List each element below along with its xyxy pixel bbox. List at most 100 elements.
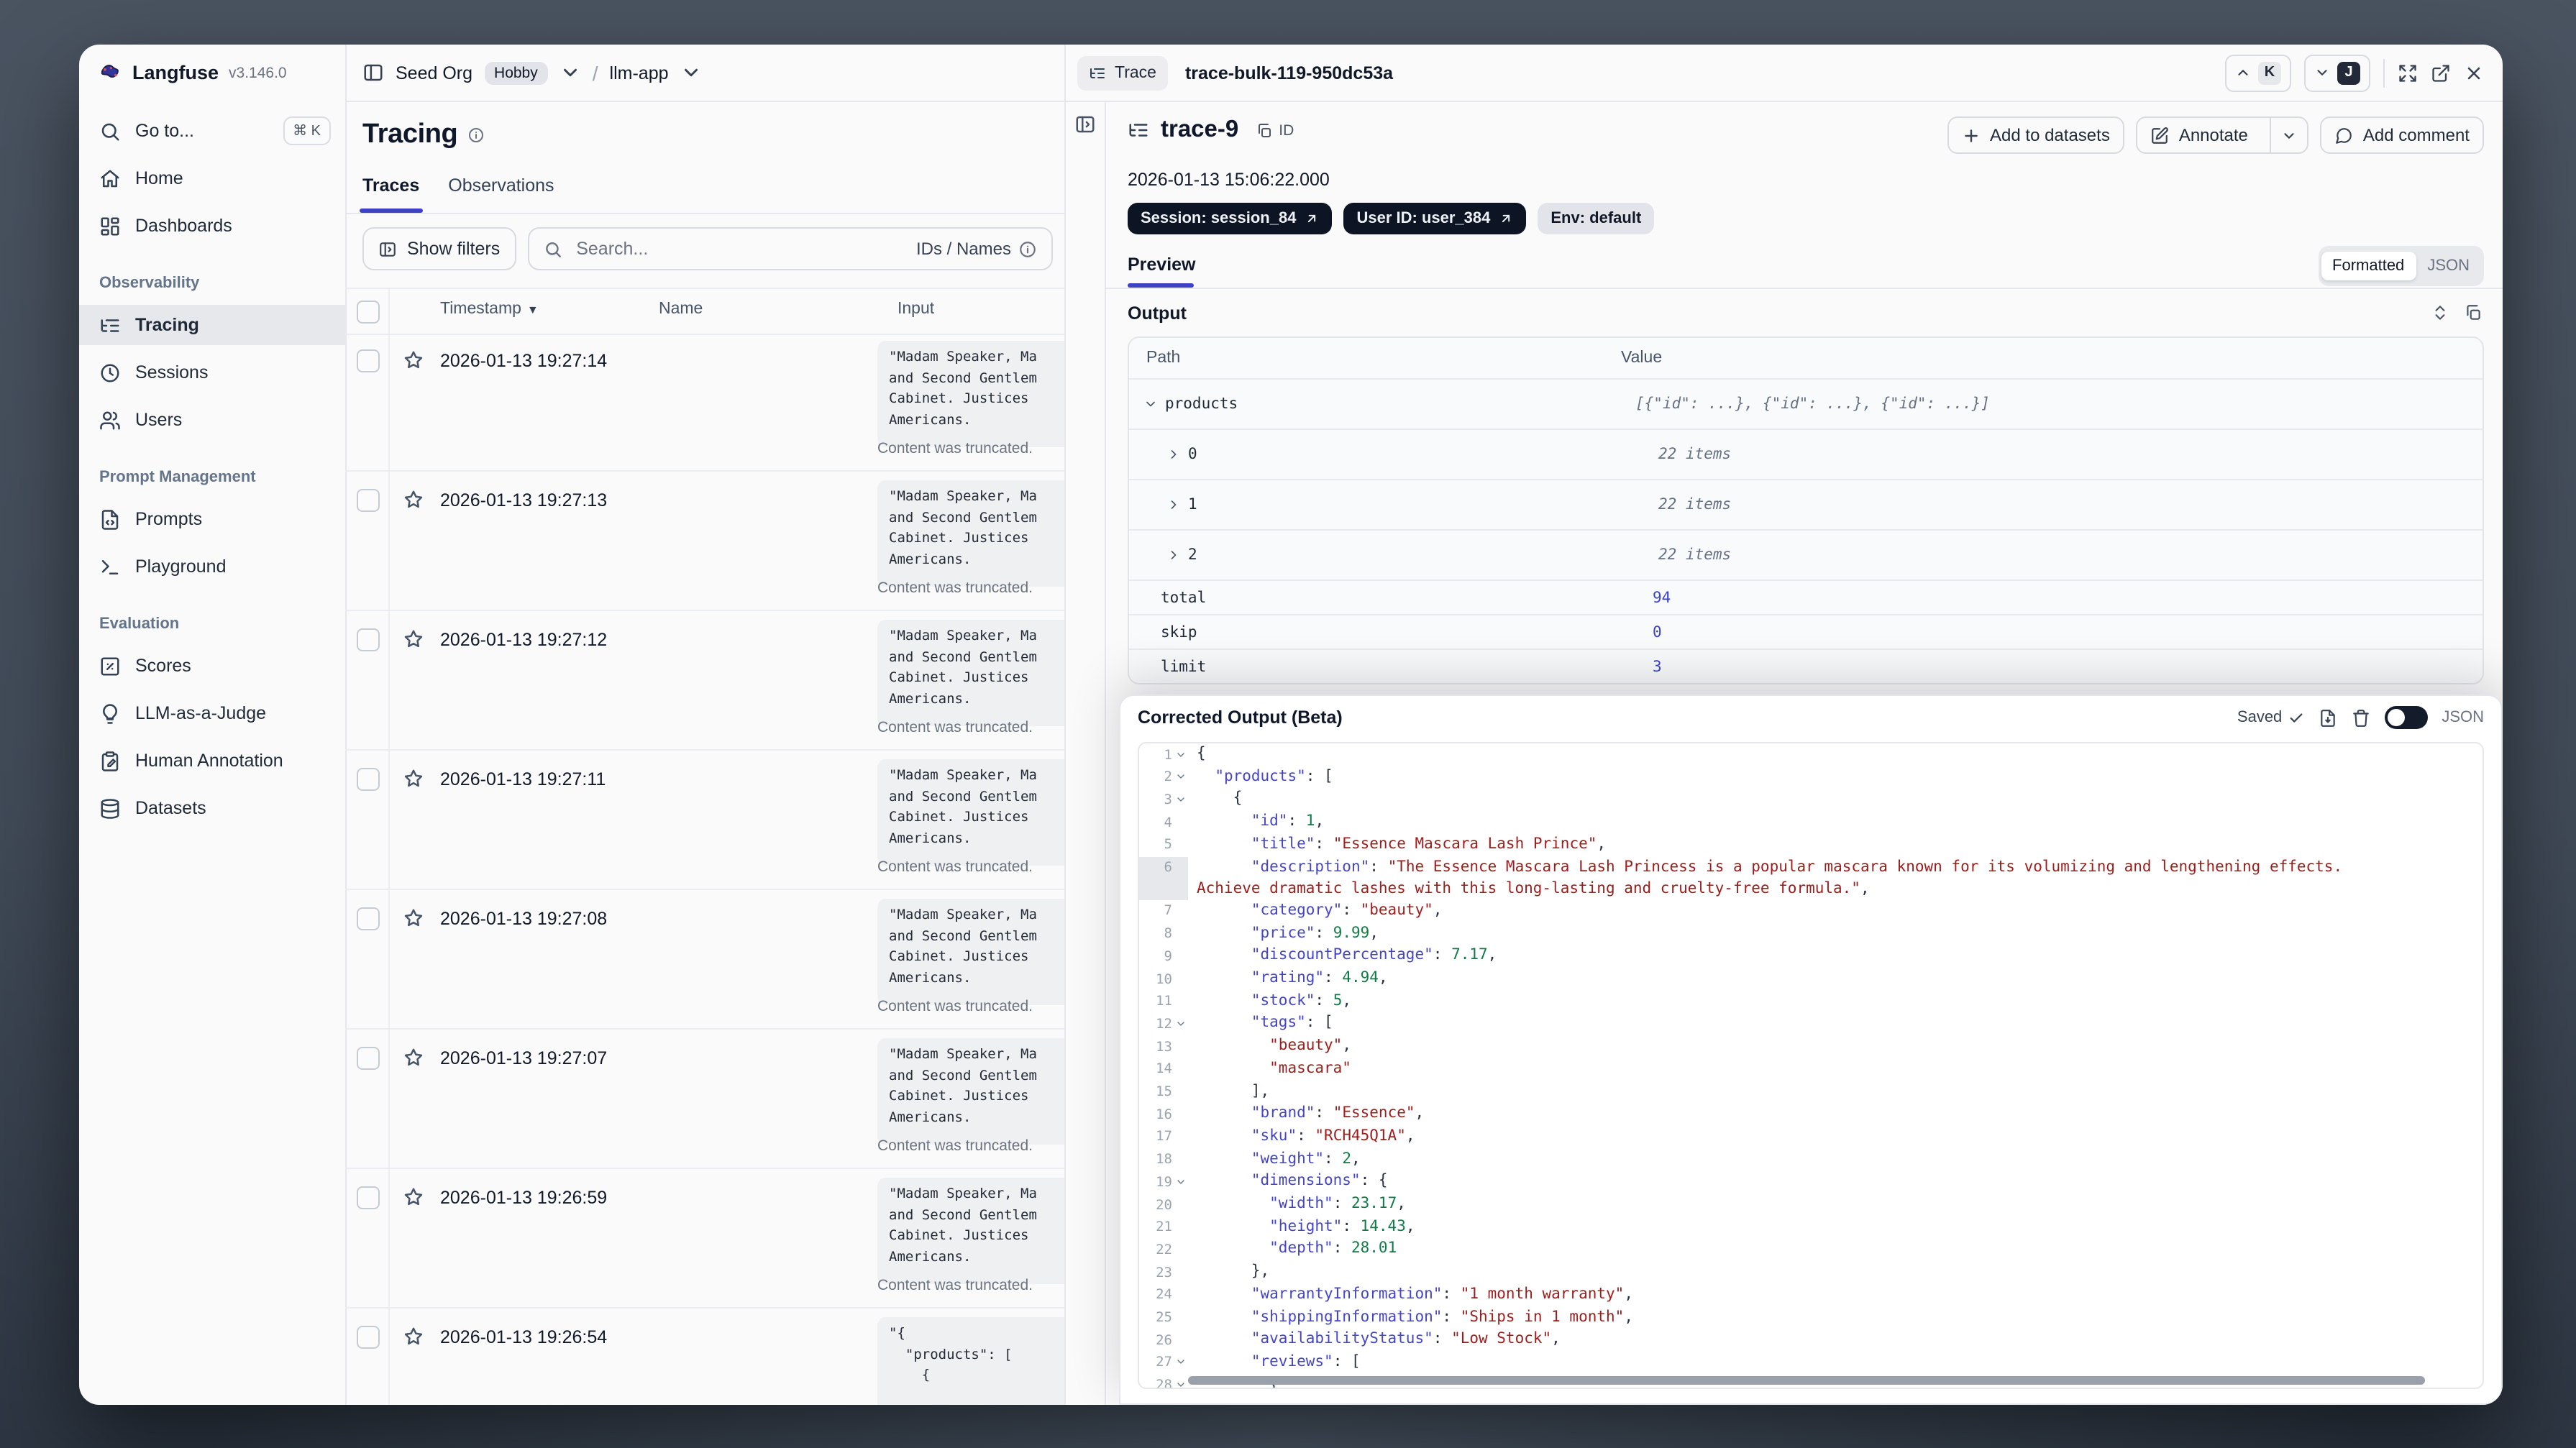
code-line[interactable]: 4 "id": 1, bbox=[1139, 811, 2483, 833]
code-line[interactable]: 2 "products": [ bbox=[1139, 766, 2483, 788]
tab-observations[interactable]: Observations bbox=[448, 175, 554, 213]
org-name[interactable]: Seed Org bbox=[396, 63, 472, 83]
prev-trace-button[interactable]: K bbox=[2225, 54, 2291, 91]
sidebar-item-llm-as-a-judge[interactable]: LLM-as-a-Judge bbox=[79, 693, 345, 733]
annotate-dropdown[interactable] bbox=[2269, 118, 2307, 152]
select-all-checkbox[interactable] bbox=[357, 301, 380, 324]
row-input-preview[interactable]: "{ "products": [ { bbox=[877, 1317, 1064, 1405]
info-icon[interactable] bbox=[467, 127, 485, 144]
fold-chevron-icon[interactable] bbox=[1175, 794, 1187, 805]
code-line[interactable]: 27 "reviews": [ bbox=[1139, 1352, 2483, 1374]
code-line[interactable]: 3 { bbox=[1139, 789, 2483, 811]
search-input[interactable] bbox=[573, 237, 905, 260]
code-line[interactable]: 19 "dimensions": { bbox=[1139, 1171, 2483, 1193]
code-line[interactable]: 18 "weight": 2, bbox=[1139, 1148, 2483, 1170]
code-line[interactable]: 6 "description": "The Essence Mascara La… bbox=[1139, 856, 2483, 900]
row-checkbox[interactable] bbox=[357, 489, 380, 512]
fold-chevron-icon[interactable] bbox=[1175, 1018, 1187, 1030]
column-header-timestamp[interactable]: Timestamp ▼ bbox=[440, 301, 539, 318]
row-input-preview[interactable]: "Madam Speaker, Ma and Second Gentlem Ca… bbox=[877, 620, 1064, 726]
row-input-preview[interactable]: "Madam Speaker, Ma and Second Gentlem Ca… bbox=[877, 759, 1064, 866]
output-row-products[interactable]: products [{"id": ...}, {"id": ...}, {"id"… bbox=[1129, 378, 2483, 429]
code-line[interactable]: 15 ], bbox=[1139, 1081, 2483, 1103]
output-row-0[interactable]: 0 22 items bbox=[1129, 429, 2483, 479]
table-row[interactable]: 2026-01-13 19:27:11 "Madam Speaker, Ma an… bbox=[345, 751, 1064, 890]
table-row[interactable]: 2026-01-13 19:27:13 "Madam Speaker, Ma an… bbox=[345, 472, 1064, 611]
fold-chevron-icon[interactable] bbox=[1175, 748, 1187, 760]
expand-icon[interactable] bbox=[1166, 447, 1181, 462]
search-scope[interactable]: IDs / Names bbox=[916, 239, 1037, 259]
row-input-preview[interactable]: "Madam Speaker, Ma and Second Gentlem Ca… bbox=[877, 480, 1064, 587]
column-header-input[interactable]: Input bbox=[898, 301, 934, 318]
code-line[interactable]: 20 "width": 23.17, bbox=[1139, 1193, 2483, 1216]
sidebar-item-go-to-[interactable]: Go to... ⌘ K bbox=[79, 111, 345, 151]
sidebar-item-users[interactable]: Users bbox=[79, 400, 345, 440]
trash-icon[interactable] bbox=[2351, 708, 2370, 727]
fold-chevron-icon[interactable] bbox=[1175, 1176, 1187, 1188]
code-line[interactable]: 22 "depth": 28.01 bbox=[1139, 1239, 2483, 1261]
close-icon[interactable] bbox=[2464, 63, 2484, 83]
row-input-preview[interactable]: "Madam Speaker, Ma and Second Gentlem Ca… bbox=[877, 341, 1064, 447]
table-row[interactable]: 2026-01-13 19:27:12 "Madam Speaker, Ma an… bbox=[345, 611, 1064, 751]
open-external-icon[interactable] bbox=[2431, 63, 2451, 83]
format-option-json[interactable]: JSON bbox=[2416, 252, 2481, 280]
copy-icon[interactable] bbox=[2464, 303, 2483, 322]
column-header-name[interactable]: Name bbox=[659, 301, 703, 318]
save-file-icon[interactable] bbox=[2318, 708, 2337, 727]
fold-chevron-icon[interactable] bbox=[1175, 771, 1187, 782]
output-row-skip[interactable]: skip 0 bbox=[1129, 614, 2483, 649]
table-row[interactable]: 2026-01-13 19:26:59 "Madam Speaker, Ma an… bbox=[345, 1169, 1064, 1309]
code-line[interactable]: 8 "price": 9.99, bbox=[1139, 922, 2483, 945]
collapse-icon[interactable] bbox=[1143, 397, 1158, 411]
fold-chevron-icon[interactable] bbox=[1175, 1357, 1187, 1368]
sidebar-item-sessions[interactable]: Sessions bbox=[79, 352, 345, 393]
code-line[interactable]: 26 "availabilityStatus": "Low Stock", bbox=[1139, 1329, 2483, 1352]
code-line[interactable]: 1{ bbox=[1139, 743, 2483, 766]
sidebar-item-dashboards[interactable]: Dashboards bbox=[79, 206, 345, 246]
code-line[interactable]: 21 "height": 14.43, bbox=[1139, 1216, 2483, 1239]
project-name[interactable]: llm-app bbox=[610, 63, 669, 83]
format-option-formatted[interactable]: Formatted bbox=[2321, 252, 2416, 280]
tab-preview[interactable]: Preview bbox=[1128, 255, 1196, 275]
sidebar-item-scores[interactable]: Scores bbox=[79, 646, 345, 686]
row-checkbox[interactable] bbox=[357, 1047, 380, 1070]
annotate-button[interactable]: Annotate bbox=[2135, 116, 2308, 154]
code-line[interactable]: 13 "beauty", bbox=[1139, 1035, 2483, 1058]
json-editor[interactable]: 1{2 "products": [3 {4 "id": 1, 5 "title":… bbox=[1138, 742, 2484, 1389]
row-checkbox[interactable] bbox=[357, 768, 380, 791]
code-line[interactable]: 25 "shippingInformation": "Ships in 1 mo… bbox=[1139, 1306, 2483, 1329]
add-comment-button[interactable]: Add comment bbox=[2319, 116, 2484, 154]
table-row[interactable]: 2026-01-13 19:26:54 "{ "products": [ { bbox=[345, 1309, 1064, 1405]
row-input-preview[interactable]: "Madam Speaker, Ma and Second Gentlem Ca… bbox=[877, 1038, 1064, 1145]
search-box[interactable]: IDs / Names bbox=[527, 227, 1053, 270]
code-line[interactable]: 24 "warrantyInformation": "1 month warra… bbox=[1139, 1284, 2483, 1306]
search-scope-info-icon[interactable] bbox=[1018, 239, 1037, 258]
user-badge[interactable]: User ID: user_384 bbox=[1343, 203, 1527, 234]
sidebar-item-home[interactable]: Home bbox=[79, 158, 345, 198]
fold-chevron-icon[interactable] bbox=[1175, 1379, 1187, 1388]
row-checkbox[interactable] bbox=[357, 628, 380, 651]
row-checkbox[interactable] bbox=[357, 907, 380, 930]
expand-icon[interactable] bbox=[1166, 548, 1181, 562]
row-checkbox[interactable] bbox=[357, 349, 380, 372]
output-row-2[interactable]: 2 22 items bbox=[1129, 529, 2483, 579]
app-logo-row[interactable]: Langfuse v3.146.0 bbox=[79, 45, 345, 101]
table-row[interactable]: 2026-01-13 19:27:14 "Madam Speaker, Ma an… bbox=[345, 332, 1064, 472]
expand-icon[interactable] bbox=[2398, 63, 2418, 83]
panel-open-icon[interactable] bbox=[1074, 114, 1096, 135]
code-line[interactable]: 5 "title": "Essence Mascara Lash Prince"… bbox=[1139, 834, 2483, 856]
code-line[interactable]: 9 "discountPercentage": 7.17, bbox=[1139, 945, 2483, 968]
row-checkbox[interactable] bbox=[357, 1326, 380, 1349]
output-row-limit[interactable]: limit 3 bbox=[1129, 649, 2483, 683]
code-line[interactable]: 10 "rating": 4.94, bbox=[1139, 968, 2483, 990]
code-line[interactable]: 17 "sku": "RCH45Q1A", bbox=[1139, 1126, 2483, 1148]
next-trace-button[interactable]: J bbox=[2304, 54, 2370, 91]
session-badge[interactable]: Session: session_84 bbox=[1128, 203, 1333, 234]
code-line[interactable]: 11 "stock": 5, bbox=[1139, 990, 2483, 1012]
chevrons-up-down-icon[interactable] bbox=[2431, 303, 2449, 322]
horizontal-scrollbar[interactable] bbox=[1188, 1376, 2425, 1385]
code-line[interactable]: 16 "brand": "Essence", bbox=[1139, 1104, 2483, 1126]
sidebar-item-prompts[interactable]: Prompts bbox=[79, 499, 345, 539]
expand-icon[interactable] bbox=[1166, 498, 1181, 512]
output-row-1[interactable]: 1 22 items bbox=[1129, 479, 2483, 529]
